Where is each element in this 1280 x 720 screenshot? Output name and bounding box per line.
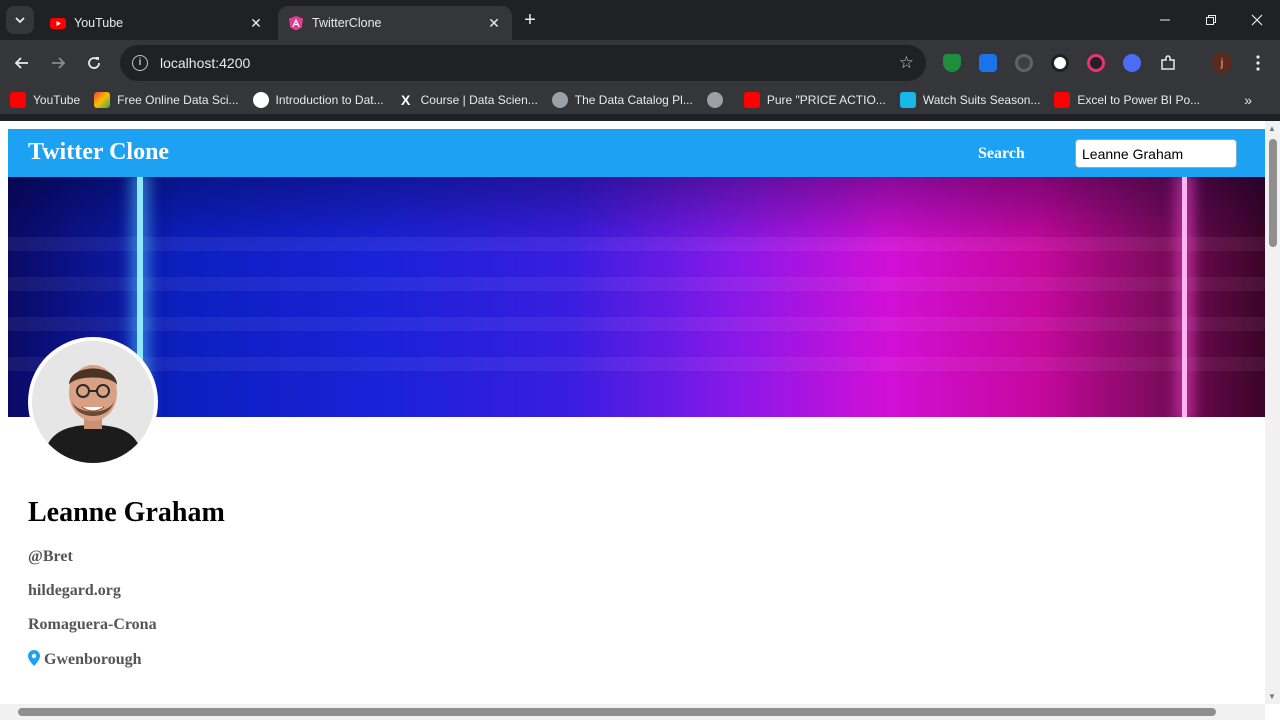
record-extension-icon[interactable] [1015,54,1033,72]
star-icon[interactable]: ☆ [899,53,914,73]
profile-website[interactable]: hildegard.org [28,582,121,600]
bookmark-item[interactable]: Pure "PRICE ACTIO... [743,92,886,108]
site-info-icon[interactable]: i [132,55,148,71]
chevron-down-icon [15,17,25,24]
bookmark-item[interactable]: Watch Suits Season... [899,92,1041,108]
close-window-button[interactable] [1234,0,1280,40]
bookmark-label: Excel to Power BI Po... [1077,93,1201,107]
close-icon [1251,14,1263,26]
s-icon [899,92,916,108]
arrow-left-icon [14,57,28,69]
tab-twitterclone[interactable]: TwitterClone ✕ [278,6,512,40]
tab-strip: YouTube ✕ TwitterClone ✕ + [0,0,1280,40]
search-label: Search [978,145,1025,162]
twitter-clone-app: Twitter Clone Search [8,129,1265,417]
page-viewport: Twitter Clone Search Leanne Graham Leann… [0,121,1280,720]
reload-icon [88,57,100,69]
cover-photo [8,177,1265,417]
bookmark-item[interactable]: Excel to Power BI Po... [1054,92,1200,108]
scroll-up-icon[interactable]: ▲ [1268,124,1276,133]
profile-avatar[interactable]: j [1212,53,1232,73]
scroll-down-icon[interactable]: ▼ [1268,692,1276,701]
translate-extension-icon[interactable] [1123,54,1141,72]
bookmark-item[interactable]: The Data Catalog Pl... [551,92,693,108]
shield-extension-icon[interactable] [943,54,961,72]
x-icon: X [400,92,411,108]
profile-avatar-photo [28,337,158,467]
horizontal-scrollbar[interactable] [0,704,1265,720]
screen-extension-icon[interactable] [979,54,997,72]
new-tab-button[interactable]: + [518,9,542,33]
tab-search-button[interactable] [6,6,34,34]
profile-name: Leanne Graham [28,497,225,528]
bookmark-label: The Data Catalog Pl... [574,93,693,107]
restore-button[interactable] [1188,0,1234,40]
skull-icon [551,92,568,108]
profile-company: Romaguera-Crona [28,616,157,633]
restore-icon [1206,15,1216,25]
bookmark-label: Introduction to Dat... [275,93,384,107]
minimize-button[interactable] [1142,0,1188,40]
colorful-icon [94,92,111,108]
chevron-double-right-icon[interactable]: » [1244,92,1252,108]
search-input[interactable] [1075,139,1237,168]
person-photo [32,341,154,463]
scroll-thumb[interactable] [1269,139,1277,247]
forward-button[interactable] [44,49,72,77]
bookmark-label: Course | Data Scien... [420,93,538,107]
youtube-icon [1054,92,1071,108]
globe-icon [706,92,723,108]
bookmarks-bar: YouTube Free Online Data Sci... Introduc… [0,86,1280,114]
bookmark-label: Free Online Data Sci... [117,93,239,107]
minimize-icon [1160,19,1170,21]
url-text[interactable]: localhost:4200 [160,55,899,71]
app-navbar: Twitter Clone Search [8,129,1265,177]
circle-extension-icon[interactable] [1051,54,1069,72]
youtube-icon [10,92,26,108]
address-bar[interactable]: i localhost:4200 ☆ [120,45,926,81]
vertical-scrollbar[interactable]: ▲ ▼ [1265,121,1280,704]
bookmark-label: YouTube [33,93,81,107]
brand-title[interactable]: Twitter Clone [28,139,169,166]
back-button[interactable] [8,49,36,77]
browser-toolbar: i localhost:4200 ☆ [0,40,1280,86]
bookmark-label: Pure "PRICE ACTIO... [766,93,886,107]
puzzle-icon[interactable] [1159,54,1177,72]
menu-icon[interactable] [1249,54,1267,72]
bookmark-item[interactable]: YouTube [10,92,80,108]
arrow-right-icon [52,57,66,69]
bookmark-item[interactable]: Free Online Data Sci... [94,92,239,108]
location-text: Gwenborough [44,651,142,668]
profile-location: Gwenborough [28,650,142,669]
close-icon[interactable]: ✕ [248,15,264,31]
reload-button[interactable] [80,49,108,77]
profile-username: @Bret [28,548,73,565]
tab-title: YouTube [74,16,124,30]
scroll-thumb[interactable] [18,708,1216,716]
youtube-icon [50,18,66,29]
youtube-icon [743,92,760,108]
bookmark-item[interactable]: X Course | Data Scien... [398,92,538,108]
tab-youtube[interactable]: YouTube ✕ [40,6,274,40]
angular-icon [289,16,303,31]
pink-extension-icon[interactable] [1087,54,1105,72]
bookmark-label: Watch Suits Season... [922,93,1041,107]
bookmark-item[interactable] [706,92,730,108]
location-pin-icon [28,650,40,666]
bookmark-item[interactable]: Introduction to Dat... [252,92,384,108]
google-icon [252,92,269,108]
tab-title: TwitterClone [312,16,382,30]
close-icon[interactable]: ✕ [486,15,502,31]
